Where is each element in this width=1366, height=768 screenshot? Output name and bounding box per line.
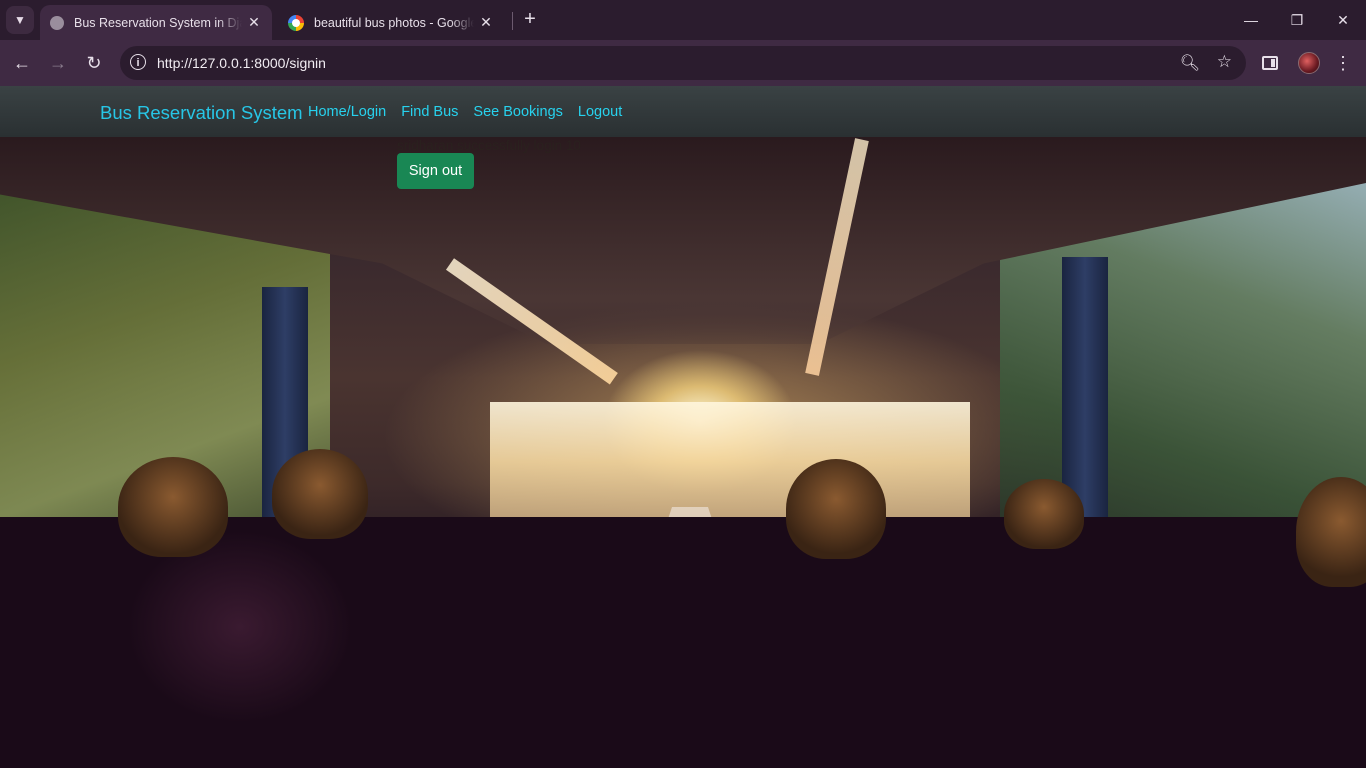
address-bar[interactable]: i http://127.0.0.1:8000/signin 🔍︎ ☆ (120, 46, 1246, 80)
globe-icon (50, 15, 64, 30)
tab-bus-reservation[interactable]: Bus Reservation System in Django ✕ (40, 5, 272, 40)
close-tab-icon[interactable]: ✕ (478, 14, 494, 31)
passenger-head (1004, 479, 1084, 549)
close-tab-icon[interactable]: ✕ (246, 14, 262, 31)
passenger-head (118, 457, 228, 557)
bus-seats (0, 517, 1366, 768)
google-icon (288, 14, 304, 31)
restore-button[interactable]: ❐ (1274, 0, 1320, 40)
nav-link-find-bus[interactable]: Find Bus (401, 104, 458, 120)
nav-link-home-login[interactable]: Home/Login (308, 104, 386, 120)
page-viewport: Bus Reservation System Home/Login Find B… (0, 86, 1366, 768)
zoom-icon[interactable]: 🔍︎ (1180, 53, 1200, 73)
minimize-button[interactable]: — (1228, 0, 1274, 40)
bookmark-star-icon[interactable]: ☆ (1217, 52, 1232, 72)
browser-toolbar: ← → ↻ i http://127.0.0.1:8000/signin 🔍︎ … (0, 40, 1366, 86)
close-window-button[interactable]: ✕ (1320, 0, 1366, 40)
url-text[interactable]: http://127.0.0.1:8000/signin (157, 55, 326, 71)
signin-content: sridharan successfully login 10 Sign out (397, 138, 581, 189)
side-panel-icon[interactable] (1262, 56, 1278, 70)
curtain (1062, 257, 1108, 517)
tab-title: beautiful bus photos - Google Search (314, 15, 474, 30)
login-status-message: sridharan successfully login 10 (397, 138, 581, 153)
profile-avatar[interactable] (1298, 52, 1320, 74)
site-info-icon[interactable]: i (130, 54, 146, 70)
nav-links: Home/Login Find Bus See Bookings Logout (308, 104, 622, 120)
sign-out-button[interactable]: Sign out (397, 153, 474, 189)
forward-button[interactable]: → (44, 49, 72, 77)
passenger-head (272, 449, 368, 539)
browser-menu-icon[interactable]: ⋮ (1334, 52, 1352, 74)
passenger-head (786, 459, 886, 559)
new-tab-button[interactable]: + (520, 9, 540, 30)
nav-link-see-bookings[interactable]: See Bookings (473, 104, 562, 120)
navbar-brand[interactable]: Bus Reservation System (100, 102, 303, 124)
site-navbar: Bus Reservation System Home/Login Find B… (0, 86, 1366, 137)
nav-link-logout[interactable]: Logout (578, 104, 622, 120)
tab-separator (512, 12, 513, 30)
browser-tab-strip: ▼ Bus Reservation System in Django ✕ bea… (0, 0, 1366, 40)
tab-search-button[interactable]: ▼ (6, 6, 34, 34)
hero-background-image (0, 137, 1366, 768)
tab-title: Bus Reservation System in Django (74, 15, 242, 30)
tab-google-search[interactable]: beautiful bus photos - Google Search ✕ (278, 5, 504, 40)
front-windshield (490, 402, 970, 522)
reload-button[interactable]: ↻ (80, 49, 108, 77)
back-button[interactable]: ← (8, 49, 36, 77)
